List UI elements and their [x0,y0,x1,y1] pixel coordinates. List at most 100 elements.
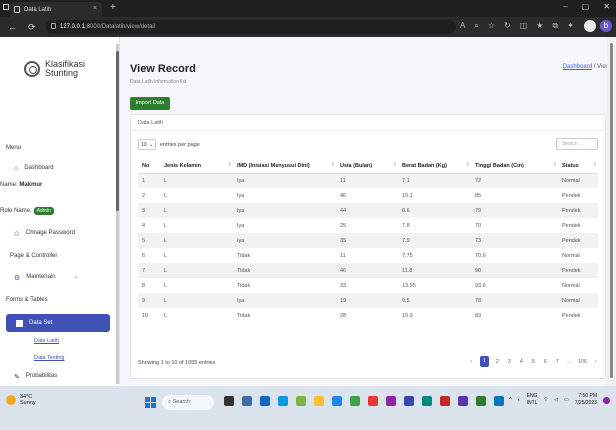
app-icon[interactable] [350,396,360,406]
column-header[interactable]: Berat Badan (Kg) ▴ ▾ [398,159,471,174]
app-icon[interactable] [476,396,486,406]
app-icon[interactable] [332,396,342,406]
notification-icon[interactable] [603,396,610,404]
table-row: 2 L Iya 46 10.1 85 Pendek [138,188,598,203]
app-icon[interactable] [404,396,414,406]
sort-icon: ▴ ▾ [331,160,334,169]
page-button[interactable]: 6 [542,359,549,365]
page-scrollbar-thumb[interactable] [610,43,613,378]
collections-icon[interactable]: ⧉ [552,21,558,31]
taskbar-search-label: Search [172,399,191,405]
app-icon[interactable] [278,396,288,406]
app-icon[interactable] [440,396,450,406]
profile-avatar[interactable] [584,20,596,32]
browser-tab-bar: Data Latih × + – ▢ ✕ [0,0,616,17]
column-header[interactable]: Status ▴ ▾ [558,159,598,174]
network-icon[interactable]: ⌔ [543,397,548,403]
page-button[interactable]: 3 [506,359,513,365]
browser-tab[interactable]: Data Latih × [10,2,102,17]
url-field[interactable]: 127.0.0.1:8000/Datalatih/view/detail [46,20,456,34]
column-header[interactable]: Usia (Bulan) ▴ ▾ [336,159,398,174]
column-header[interactable]: IMD (Inisiasi Menyusui Dini) ▴ ▾ [233,159,336,174]
page-button[interactable]: 106 [578,359,587,365]
table-cell: L [160,203,233,218]
sidebar-item-data-set[interactable]: Data Set [6,314,110,332]
brand-line-2: Stunting [45,68,79,78]
app-icon[interactable] [458,396,468,406]
next-page-button[interactable]: › [592,359,599,365]
app-icon[interactable] [368,396,378,406]
sidebar-scrollbar-thumb[interactable] [116,51,119,211]
favorites-icon[interactable]: ★ [536,21,543,31]
extensions-icon[interactable]: ✦ [567,21,574,31]
column-header[interactable]: No [138,159,160,174]
read-aloud-icon[interactable]: A [460,21,465,31]
page-button[interactable]: 4 [518,359,525,365]
battery-icon[interactable]: ▭ [564,397,569,403]
column-header[interactable]: Tinggi Badan (Cm) ▴ ▾ [471,159,558,174]
sidebar-item-dashboard[interactable]: ⌂ Dashboard [14,165,130,172]
column-header-label: Usia (Bulan) [340,162,373,169]
gear-icon: ⚙ [14,274,21,282]
page-button[interactable]: 5 [530,359,537,365]
table-cell: Normal [558,173,598,188]
search-input[interactable]: Search... [556,138,598,150]
copilot-icon[interactable]: b [600,20,612,32]
table-cell: 10 [142,312,149,319]
page-scrollbar[interactable] [607,37,616,386]
favorite-icon[interactable]: ☆ [488,21,495,31]
zoom-icon[interactable]: ⌕ [474,21,478,31]
edge-icon[interactable] [260,396,270,406]
sidebar-item-probabilitas[interactable]: ✎ Probabilitas [14,373,130,381]
table-cell: Tidak [237,312,251,319]
restore-icon[interactable]: ▢ [582,2,590,11]
app-icon[interactable] [422,396,432,406]
sidebar-item-change-password[interactable]: ⊙ Chnage Password [14,230,130,238]
column-header[interactable]: Jenis Kelamin ▴ ▾ [160,159,233,174]
folder-icon[interactable] [314,396,324,406]
shield-icon: ⊙ [14,231,20,238]
role-badge: Admin [33,207,54,215]
page-button[interactable]: 1 [479,356,489,367]
split-screen-icon[interactable]: ◫ [520,21,528,31]
breadcrumb-dashboard-link[interactable]: Dashboard [563,64,592,70]
new-tab-icon[interactable]: + [110,2,116,13]
clock[interactable]: 7:50 PM 7/25/2023 [575,393,597,407]
minimize-icon[interactable]: – [563,2,567,11]
table-cell: 46 [336,263,398,278]
window-menu-icon[interactable] [3,4,9,10]
tray-app-icon[interactable]: ◐ [518,397,521,403]
language-indicator[interactable]: ENG INTL [527,393,538,407]
grid-icon [16,319,23,327]
volume-icon[interactable]: ◁ [554,397,558,403]
app-icon[interactable] [296,396,306,406]
windows-start-icon[interactable] [145,397,156,408]
reload-icon[interactable]: ⟳ [28,22,36,33]
task-view-icon[interactable] [224,396,234,406]
table-cell: 8.6 [398,203,471,218]
import-data-button[interactable]: Import Data [130,97,170,110]
column-header-label: Berat Badan (Kg) [402,162,447,169]
prev-page-button[interactable]: ‹ [468,359,475,365]
app-icon[interactable] [386,396,396,406]
page-button[interactable]: 7 [554,359,561,365]
close-tab-icon[interactable]: × [93,5,97,12]
weather-widget[interactable]: 34°C Sunny [6,394,36,406]
sidebar-item-label: Chnage Password [25,230,75,236]
sidebar-item-maintenain[interactable]: ⚙ Maintenain ⌄ [14,273,130,282]
app-icon[interactable] [242,396,252,406]
refresh-icon[interactable]: ↻ [504,21,511,31]
app-icon[interactable] [494,396,504,406]
entries-label: entries per page [160,141,200,148]
table-cell: L [164,192,168,199]
close-window-icon[interactable]: ✕ [603,2,610,11]
table-cell: 70 [475,222,482,229]
tray-chevron-icon[interactable]: ^ [509,397,511,403]
back-icon[interactable]: ← [8,22,17,32]
taskbar-search[interactable]: ⌕ Search [162,395,214,410]
brand[interactable]: Klasifikasi Stunting [24,60,85,78]
page-button[interactable]: 2 [494,359,501,365]
site-info-icon[interactable] [51,23,56,29]
table-cell: Iya [233,203,336,218]
entries-select[interactable]: 10 ⌄ [138,139,156,150]
